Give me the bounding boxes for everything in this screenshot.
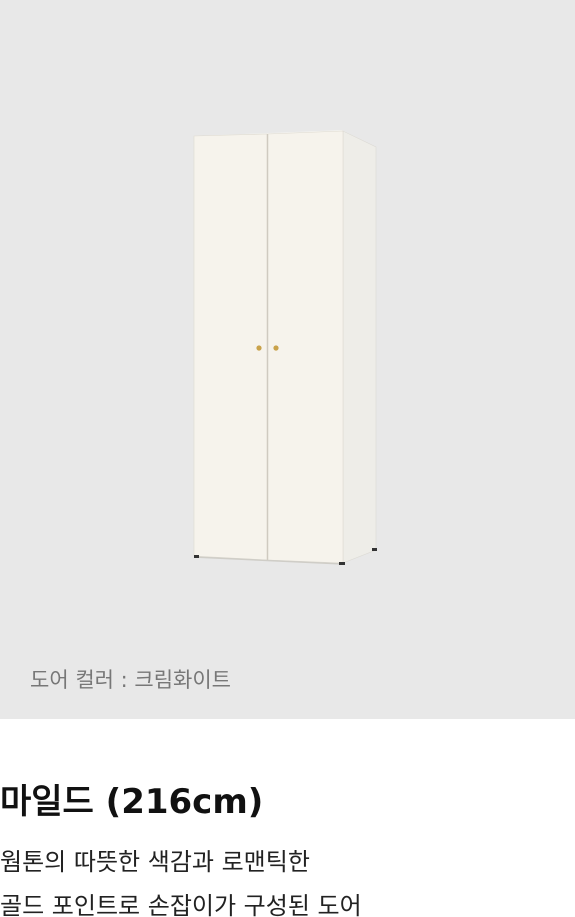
right-handle — [273, 345, 279, 351]
foot-right-front — [339, 562, 345, 565]
left-handle — [256, 345, 262, 351]
wardrobe-image — [193, 130, 377, 565]
product-image-area[interactable]: 도어 컬러 : 크림화이트 — [0, 0, 575, 719]
product-description-line: 골드 포인트로 손잡이가 구성된 도어 — [0, 892, 362, 917]
foot-left — [194, 555, 199, 558]
wardrobe-side-panel — [342, 130, 377, 564]
product-description-line: 웜톤의 따뜻한 색감과 로맨틱한 — [0, 848, 310, 876]
product-title[interactable]: 마일드 (216cm) — [0, 774, 263, 823]
product-card[interactable]: 도어 컬러 : 크림화이트 마일드 (216cm) 웜톤의 따뜻한 색감과 로맨… — [0, 0, 575, 917]
left-door — [193, 133, 268, 561]
door-color-label: 도어 컬러 : 크림화이트 — [30, 668, 231, 692]
foot-right-back — [372, 548, 377, 551]
right-door — [267, 130, 344, 564]
